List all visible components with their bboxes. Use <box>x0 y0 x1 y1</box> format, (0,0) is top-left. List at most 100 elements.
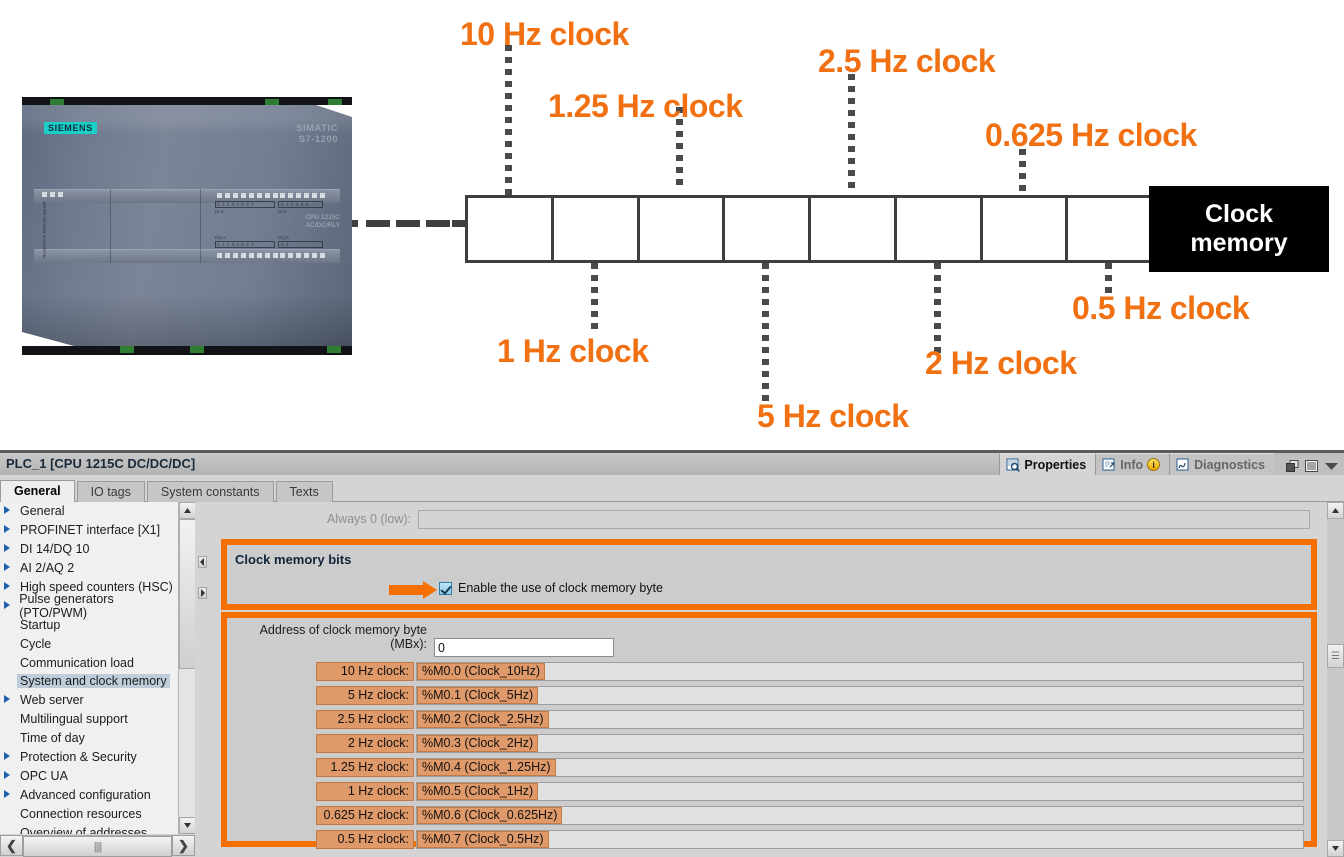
byte-bit-cell <box>808 195 897 263</box>
label-10-hz-clock: 10 Hz clock <box>460 16 629 52</box>
sidebar-item-general[interactable]: General <box>0 502 178 521</box>
plc-series: S7-1200 <box>298 134 338 145</box>
plc-in-bits-b: .0 .1 .2 .3 .4 .5 <box>278 201 323 208</box>
expand-triangle-icon[interactable] <box>4 582 17 592</box>
expand-triangle-icon[interactable] <box>4 770 17 781</box>
dash-seg <box>426 220 450 227</box>
tree-hscroll-left-button[interactable]: ❮ <box>0 835 23 856</box>
clock-bit-field[interactable]: %M0.2 (Clock_2.5Hz) <box>416 710 1304 729</box>
clock-bit-field[interactable]: %M0.0 (Clock_10Hz) <box>416 662 1304 681</box>
clock-bit-field[interactable]: %M0.5 (Clock_1Hz) <box>416 782 1304 801</box>
splitter-collapse-right[interactable] <box>198 587 207 599</box>
sidebar-item-advanced-configuration[interactable]: Advanced configuration <box>0 785 178 804</box>
expand-triangle-icon[interactable] <box>4 752 17 762</box>
tree-hscroll-right-button[interactable]: ❯ <box>172 835 195 856</box>
dq-led <box>304 253 309 258</box>
dq-led <box>249 253 254 258</box>
enable-clock-memory-row[interactable]: Enable the use of clock memory byte <box>439 581 663 595</box>
inspector-view-tabs: Properties Info i Diagnostics <box>999 453 1344 475</box>
leader-dot <box>933 287 941 293</box>
leader-dot <box>504 129 512 135</box>
restore-icon[interactable] <box>1286 459 1299 472</box>
leader-dot <box>762 287 770 293</box>
inspector-content: General PROFINET interface [X1] DI 14/DQ 1… <box>0 502 1344 857</box>
tab-properties[interactable]: Properties <box>999 453 1096 475</box>
leader-dot <box>676 155 684 161</box>
plc-cpu-type: CPU 1215C <box>305 214 340 221</box>
sidebar-item-label: Pulse generators (PTO/PWM) <box>19 591 114 620</box>
dq-led <box>296 253 301 258</box>
address-label-line2: (MBx): <box>390 637 427 651</box>
sidebar-item-pulse-generators-pto-pwm[interactable]: Pulse generators (PTO/PWM) <box>0 592 178 620</box>
sidebar-item-di-14-dq-10[interactable]: DI 14/DQ 10 <box>0 540 178 559</box>
sidebar-item-multilingual-support[interactable]: Multilingual support <box>0 710 178 729</box>
clock-bit-row: 1.25 Hz clock: %M0.4 (Clock_1.25Hz) <box>316 758 1304 777</box>
clock-bit-value: %M0.4 (Clock_1.25Hz) <box>417 759 556 776</box>
tab-diagnostics[interactable]: Diagnostics <box>1169 453 1274 475</box>
sidebar-item-profinet-interface-x1[interactable]: PROFINET interface [X1] <box>0 521 178 540</box>
plc-out-bits-b: .0 .1 <box>278 241 323 248</box>
sidebar-item-web-server[interactable]: Web server <box>0 691 178 710</box>
tree-vertical-scrollbar[interactable] <box>178 502 196 834</box>
clock-bit-name: 10 Hz clock: <box>316 662 414 681</box>
list-icon[interactable] <box>1305 459 1318 472</box>
sidebar-item-connection-resources[interactable]: Connection resources <box>0 804 178 823</box>
plc-input-leds-b <box>280 193 325 198</box>
tree-hscroll-thumb[interactable]: |||| <box>23 836 172 857</box>
tree-horizontal-scrollbar[interactable]: ❮ |||| ❯ <box>0 834 195 857</box>
splitter-collapse-left[interactable] <box>198 556 207 568</box>
expand-triangle-icon[interactable] <box>4 563 17 573</box>
enable-clock-memory-checkbox[interactable] <box>439 581 452 595</box>
clock-memory-byte <box>465 195 1154 263</box>
expand-triangle-icon[interactable] <box>4 789 17 800</box>
tab-info[interactable]: Info i <box>1095 453 1170 475</box>
leader-dot <box>504 69 512 75</box>
clock-bit-row: 5 Hz clock: %M0.1 (Clock_5Hz) <box>316 686 1304 705</box>
sidebar-item-opc-ua[interactable]: OPC UA <box>0 766 178 785</box>
sidebar-item-label: Protection & Security <box>20 750 137 765</box>
clock-bit-field[interactable]: %M0.1 (Clock_5Hz) <box>416 686 1304 705</box>
sidebar-item-ai-2-aq-2[interactable]: AI 2/AQ 2 <box>0 559 178 578</box>
settings-tree[interactable]: General PROFINET interface [X1] DI 14/DQ 1… <box>0 502 178 834</box>
sidebar-item-protection-security[interactable]: Protection & Security <box>0 748 178 767</box>
chevron-down-icon[interactable] <box>1324 459 1338 470</box>
clock-bit-field[interactable]: %M0.7 (Clock_0.5Hz) <box>416 830 1304 849</box>
sidebar-item-system-and-clock-memory[interactable]: System and clock memory <box>0 672 178 691</box>
dq-led <box>288 253 293 258</box>
plc-input-leds-a <box>217 193 278 198</box>
sidebar-item-time-of-day[interactable]: Time of day <box>0 729 178 748</box>
tab-general[interactable]: General <box>0 480 75 502</box>
clock-memory-address-input[interactable] <box>434 638 614 657</box>
expand-triangle-icon[interactable] <box>4 695 17 705</box>
expand-triangle-icon[interactable] <box>4 544 17 554</box>
clock-bit-field[interactable]: %M0.4 (Clock_1.25Hz) <box>416 758 1304 777</box>
tab-io-tags[interactable]: IO tags <box>76 481 145 502</box>
tab-system-constants[interactable]: System constants <box>146 481 274 502</box>
sidebar-item-label: Cycle <box>20 636 52 651</box>
inspector-tab-strip: General IO tags System constants Texts <box>0 480 1344 502</box>
leader-dot <box>1105 263 1113 269</box>
sidebar-item-overview-of-addresses[interactable]: Overview of addresses <box>0 823 178 834</box>
panel-splitter[interactable] <box>195 502 211 834</box>
properties-scroll-up-button[interactable] <box>1327 502 1344 519</box>
clock-bit-field[interactable]: %M0.3 (Clock_2Hz) <box>416 734 1304 753</box>
sidebar-item-communication-load[interactable]: Communication load <box>0 653 178 672</box>
expand-triangle-icon[interactable] <box>4 506 17 516</box>
tab-texts[interactable]: Texts <box>275 481 333 502</box>
expand-triangle-icon[interactable] <box>4 525 17 535</box>
tree-scroll-up-button[interactable] <box>179 502 196 519</box>
sidebar-item-cycle[interactable]: Cycle <box>0 634 178 653</box>
tree-hscroll-track[interactable]: |||| <box>23 835 172 857</box>
properties-scroll-down-button[interactable] <box>1327 840 1344 857</box>
tree-scroll-down-button[interactable] <box>179 817 196 834</box>
address-label: Address of clock memory byte (MBx): <box>247 623 427 651</box>
di-led <box>280 193 285 198</box>
properties-vertical-scrollbar[interactable]: ☰ <box>1327 502 1344 857</box>
tree-scroll-thumb[interactable] <box>179 519 196 669</box>
expand-triangle-icon[interactable] <box>4 600 16 611</box>
properties-scroll-thumb[interactable]: ☰ <box>1327 644 1344 668</box>
clock-bit-field[interactable]: %M0.6 (Clock_0.625Hz) <box>416 806 1304 825</box>
clock-bit-name: 0.625 Hz clock: <box>316 806 414 825</box>
arrow-shaft <box>389 585 423 595</box>
clock-bit-row: 1 Hz clock: %M0.5 (Clock_1Hz) <box>316 782 1304 801</box>
